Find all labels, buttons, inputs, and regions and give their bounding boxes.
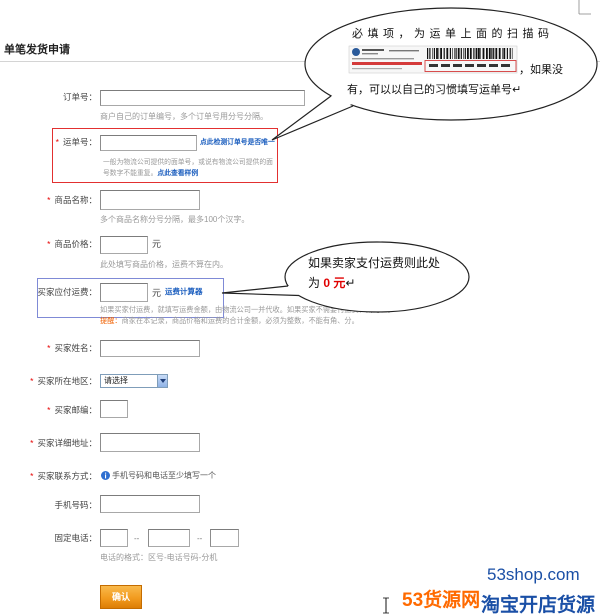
barcode-bar [438,48,440,59]
barcode-bar [488,48,491,59]
barcode-bar [454,48,455,59]
watermark-brand: 53货源网 [402,590,481,611]
barcode-bar [433,48,435,59]
callout-fee-prefix: 为 [308,276,321,290]
text-cursor-icon [383,597,389,614]
callout-fee-line1: 如果卖家支付运费则此处 [308,256,441,270]
barcode-bar [452,48,453,59]
barcode-bar [463,48,464,59]
barcode-bar [469,48,472,59]
barcode-bar [436,48,438,59]
barcode-bar [475,48,478,59]
callout-waybill-line1: 必填项，为运单上面的扫描码 [352,28,554,40]
barcode-bar [443,48,445,59]
barcode-bar [427,48,429,59]
barcode-bar [467,48,469,59]
barcode-bar [506,48,508,59]
barcode-bar [511,48,513,59]
barcode-bar [480,48,481,59]
callout-fee-line2: 为 0 元↵ [308,276,355,290]
barcode-bar [478,48,480,59]
barcode-bar [446,48,449,59]
callout-fee-suffix: ↵ [345,276,356,290]
barcode-bar [464,48,466,59]
barcode-bar [432,48,433,59]
callout-waybill-line2: ，如果没 [519,64,563,76]
barcode-bar [473,48,475,59]
barcode-bar [460,48,462,59]
barcode-bar [482,48,485,59]
callout-waybill-line3: 有，可以以自己的习惯填写运单号↵ [347,84,522,96]
barcode-bar [503,48,506,59]
courier-logo-icon [352,48,360,56]
barcode-bar [440,48,442,59]
barcode-bar [509,48,511,59]
barcode-image [348,45,518,74]
page-corner-mark [578,0,591,15]
watermark-tagline: 淘宝开店货源 [481,595,596,614]
barcode-bar [498,48,501,59]
barcode-bar [455,48,457,59]
barcode-bar [486,48,488,59]
callout-fee-value: 0 元 [320,276,346,290]
barcode-bar [493,48,495,59]
barcode-bar [491,48,493,59]
barcode-bar [495,48,498,59]
barcode-bar [429,48,431,59]
barcode-bar [457,48,460,59]
barcode-bar [502,48,503,59]
watermark-domain: 53shop.com [487,565,580,584]
barcode-bar [449,48,451,59]
